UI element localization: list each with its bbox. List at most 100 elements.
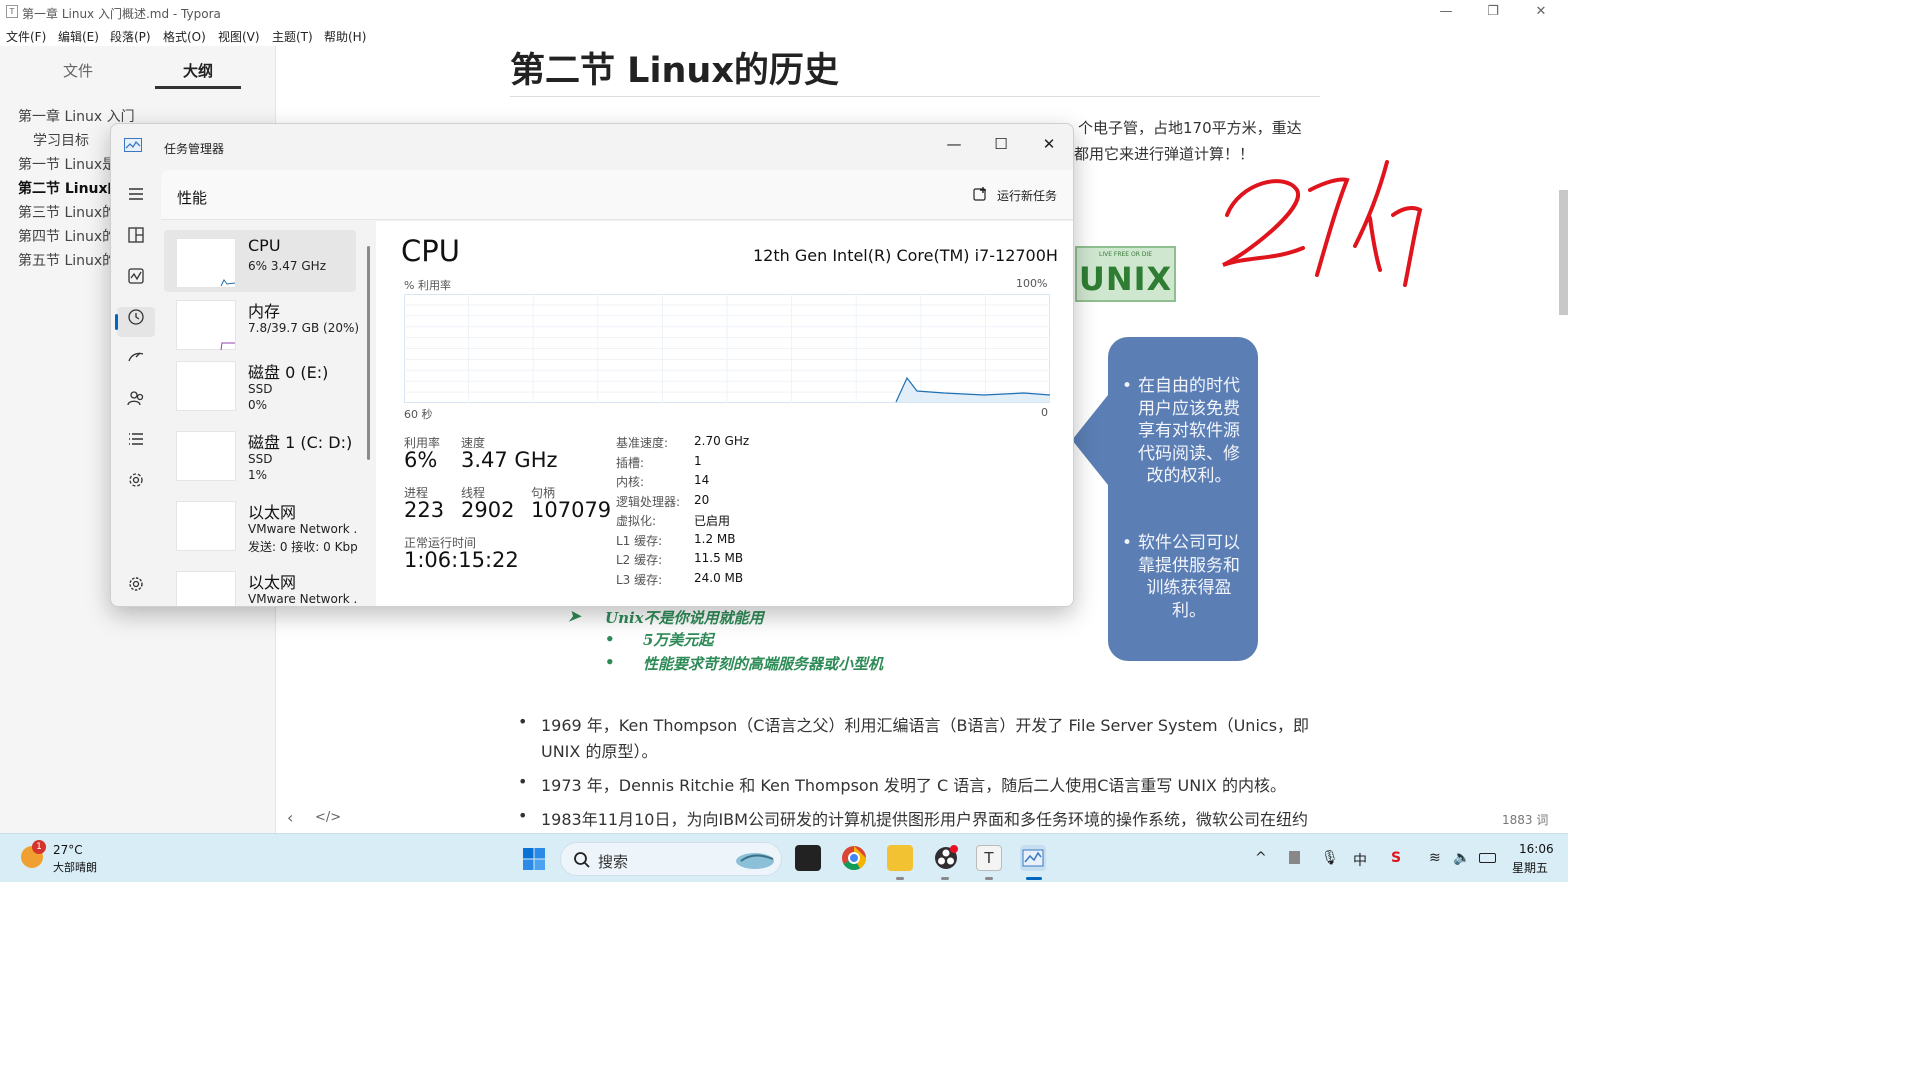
tray-app-icon[interactable] — [1289, 851, 1300, 864]
perf-item-ethernet[interactable]: 以太网 VMware Network . 发送: 0 接收: 0 Kbp — [164, 493, 358, 555]
processes-value: 223 — [404, 498, 445, 522]
spec-key: L3 缓存: — [616, 573, 663, 587]
perf-item-detail: SSD — [248, 452, 273, 466]
weather-description[interactable]: 大部晴朗 — [53, 859, 97, 875]
menu-theme[interactable]: 主题(T) — [272, 28, 313, 45]
running-indicator — [896, 877, 904, 880]
settings-gear-icon[interactable] — [125, 573, 147, 595]
clock-day[interactable]: 星期五 — [1512, 859, 1548, 876]
chrome-icon[interactable] — [841, 845, 867, 871]
perf-item-detail: 6% 3.47 GHz — [248, 259, 327, 273]
search-placeholder: 搜索 — [598, 853, 629, 871]
task-manager-icon — [124, 138, 142, 152]
task-manager-title: 任务管理器 — [164, 142, 225, 156]
tab-files[interactable]: 文件 — [35, 60, 121, 81]
network-thumbnail — [176, 501, 236, 551]
menu-format[interactable]: 格式(O) — [163, 28, 206, 45]
windows-start-icon[interactable] — [522, 847, 546, 871]
spec-value: 14 — [694, 473, 710, 487]
obs-icon[interactable] — [933, 845, 959, 871]
tab-outline[interactable]: 大纲 — [155, 60, 241, 81]
task-manager-window[interactable]: 任务管理器 — ☐ ✕ 性能 运行新任务 ··· CPU 6% 3.47 GHz — [110, 123, 1074, 607]
processes-icon[interactable] — [125, 224, 147, 246]
services-icon[interactable] — [125, 469, 147, 491]
chart-y-label: % 利用率 — [404, 279, 451, 292]
perf-item-disk0[interactable]: 磁盘 0 (E:) SSD 0% — [164, 353, 356, 415]
disk-thumbnail — [176, 431, 236, 481]
list-item-text: 1969 年，Ken Thompson（C语言之父）利用汇编语言（B语言）开发了… — [541, 716, 1310, 735]
details-icon[interactable] — [125, 428, 147, 450]
startup-apps-icon[interactable] — [125, 346, 147, 368]
menu-view[interactable]: 视图(V) — [218, 28, 260, 45]
menu-edit[interactable]: 编辑(E) — [58, 28, 99, 45]
outline-item[interactable]: 第三节 Linux的 — [18, 202, 116, 222]
taskbar-search-box[interactable]: 搜索 — [560, 842, 782, 876]
app-history-icon[interactable] — [125, 306, 147, 328]
spec-key: 虚拟化: — [616, 514, 657, 528]
battery-icon[interactable] — [1479, 853, 1496, 863]
microphone-icon[interactable]: 🎙 — [1321, 850, 1339, 866]
perf-item-disk1[interactable]: 磁盘 1 (C: D:) SSD 1% — [164, 423, 356, 485]
weather-temperature[interactable]: 27°C — [53, 843, 83, 857]
list-scrollbar[interactable] — [367, 246, 370, 460]
green-note: 性能要求苛刻的高端服务器或小型机 — [643, 655, 884, 673]
perf-item-detail: 1% — [248, 468, 268, 482]
antivirus-icon[interactable]: S — [1391, 850, 1401, 866]
menu-file[interactable]: 文件(F) — [6, 28, 46, 45]
tm-minimize-button[interactable]: — — [931, 130, 977, 158]
heading-divider — [510, 96, 1320, 97]
task-manager-taskbar-icon[interactable] — [1020, 845, 1046, 871]
tm-close-button[interactable]: ✕ — [1026, 130, 1072, 158]
wifi-icon[interactable]: ≋ — [1429, 850, 1441, 866]
outline-item[interactable]: 第五节 Linux的 — [18, 250, 116, 270]
chart-x-left: 60 秒 — [404, 408, 433, 421]
callout-item: 软件公司可以靠提供服务和训练获得盈利。 — [1122, 532, 1248, 622]
cpu-usage-chart — [404, 294, 1050, 403]
spec-key: 插槽: — [616, 456, 645, 470]
network-thumbnail — [176, 571, 236, 606]
close-button[interactable]: ✕ — [1518, 2, 1564, 22]
tm-navigation — [111, 170, 161, 606]
unix-logo-tagline: LIVE FREE OR DIE — [1098, 251, 1152, 258]
hamburger-menu-icon[interactable] — [125, 183, 147, 205]
outline-item[interactable]: 第四节 Linux的 — [18, 226, 116, 246]
threads-value: 2902 — [461, 498, 515, 522]
perf-item-name: CPU — [248, 236, 281, 255]
menu-help[interactable]: 帮助(H) — [324, 28, 366, 45]
perf-item-detail: VMware Network . — [248, 592, 358, 606]
clock-time[interactable]: 16:06 — [1519, 842, 1554, 856]
list-item-text: 1973 年，Dennis Ritchie 和 Ken Thompson 发明了… — [541, 776, 1286, 795]
spec-value: 11.5 MB — [694, 551, 744, 565]
notification-badge: 1 — [32, 840, 46, 854]
running-indicator — [985, 877, 993, 880]
active-indicator — [1026, 877, 1042, 880]
task-view-icon[interactable] — [795, 845, 821, 871]
typora-icon[interactable]: T — [976, 845, 1002, 871]
toggle-sidebar-button[interactable]: ‹ — [287, 808, 293, 827]
perf-item-name: 以太网 — [248, 503, 297, 522]
minimize-button[interactable]: — — [1423, 2, 1469, 22]
menu-paragraph[interactable]: 段落(P) — [110, 28, 151, 45]
maximize-button[interactable]: ❐ — [1470, 2, 1516, 22]
chart-y-max: 100% — [1016, 277, 1048, 290]
perf-item-cpu[interactable]: CPU 6% 3.47 GHz — [164, 230, 356, 292]
volume-icon[interactable]: 🔈 — [1453, 850, 1470, 866]
performance-icon[interactable] — [125, 265, 147, 287]
unix-logo-text: UNIX — [1078, 260, 1173, 298]
search-highlight-image — [736, 853, 774, 869]
perf-item-ethernet[interactable]: 以太网 VMware Network . — [164, 563, 358, 606]
outline-item-active[interactable]: 第二节 Linux的 — [18, 178, 122, 198]
run-new-task-button[interactable]: 运行新任务 — [997, 187, 1057, 204]
outline-item[interactable]: 第一节 Linux是 — [18, 154, 116, 174]
outline-item[interactable]: 学习目标 — [33, 130, 89, 150]
users-icon[interactable] — [125, 387, 147, 409]
uptime-value: 1:06:15:22 — [404, 548, 519, 572]
file-explorer-icon[interactable] — [887, 845, 913, 871]
input-method-icon[interactable]: 中 — [1353, 850, 1367, 870]
tray-overflow-chevron-icon[interactable]: ^ — [1255, 850, 1267, 866]
tm-maximize-button[interactable]: ☐ — [978, 130, 1024, 158]
document-scrollbar[interactable] — [1559, 190, 1568, 315]
utilization-value: 6% — [404, 448, 438, 472]
source-mode-button[interactable]: </> — [315, 810, 341, 825]
perf-item-memory[interactable]: 内存 7.8/39.7 GB (20%) — [164, 292, 359, 354]
